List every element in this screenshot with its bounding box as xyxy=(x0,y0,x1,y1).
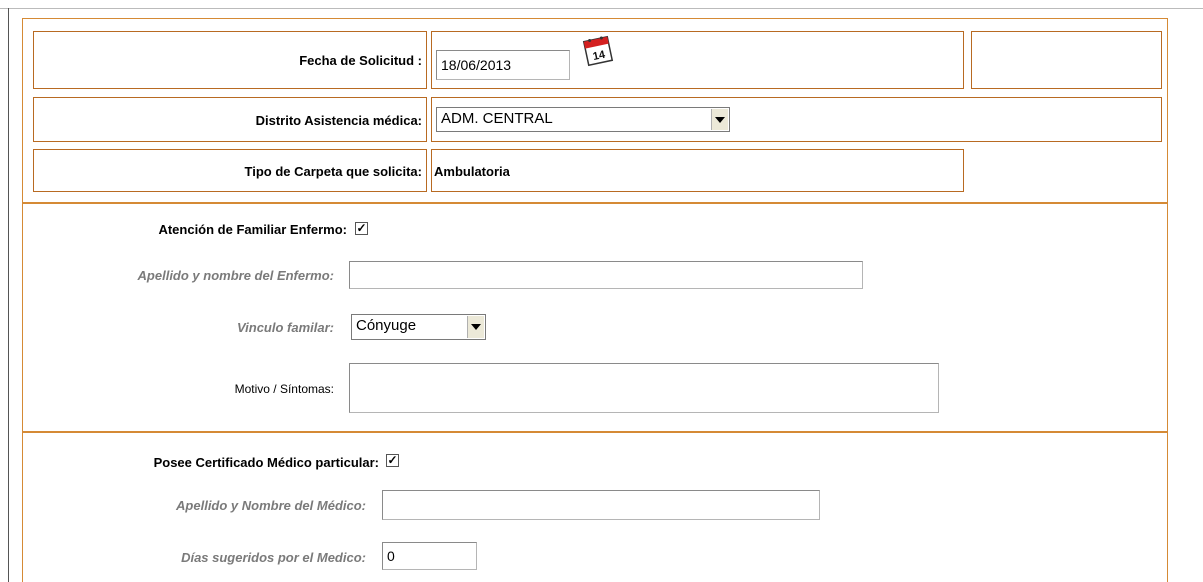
familiar-checkbox[interactable]: ✓ xyxy=(355,222,368,235)
distrito-selected: ADM. CENTRAL xyxy=(441,110,553,127)
vinculo-select[interactable]: Cónyuge xyxy=(351,314,486,340)
fecha-input[interactable] xyxy=(436,50,570,80)
chevron-down-icon[interactable] xyxy=(711,109,728,130)
motivo-textarea[interactable] xyxy=(349,363,939,413)
empty-cell xyxy=(971,31,1162,89)
familiar-label: Atención de Familiar Enfermo: xyxy=(158,222,347,237)
motivo-label: Motivo / Síntomas: xyxy=(234,382,334,396)
tipo-value: Ambulatoria xyxy=(434,164,510,179)
tipo-value-cell xyxy=(431,149,964,192)
dias-input[interactable] xyxy=(382,542,477,570)
distrito-label: Distrito Asistencia médica: xyxy=(255,113,422,128)
section-divider xyxy=(22,431,1168,433)
section-divider xyxy=(22,202,1168,204)
calendar-icon[interactable]: 14 xyxy=(580,33,616,69)
top-border xyxy=(0,8,1203,9)
medico-label: Apellido y Nombre del Médico: xyxy=(176,498,366,513)
vinculo-selected: Cónyuge xyxy=(356,317,417,334)
chevron-down-icon[interactable] xyxy=(467,316,484,338)
apellido-enfermo-input[interactable] xyxy=(349,261,863,289)
medico-input[interactable] xyxy=(382,490,820,520)
certificado-checkbox[interactable]: ✓ xyxy=(386,454,399,467)
fecha-label: Fecha de Solicitud : xyxy=(299,53,422,68)
tipo-label: Tipo de Carpeta que solicita: xyxy=(244,164,422,179)
apellido-enfermo-label: Apellido y nombre del Enfermo: xyxy=(137,268,334,283)
certificado-label: Posee Certificado Médico particular: xyxy=(153,455,379,470)
distrito-select[interactable]: ADM. CENTRAL xyxy=(436,107,730,132)
left-border xyxy=(8,8,9,582)
dias-label: Días sugeridos por el Medico: xyxy=(181,550,366,565)
vinculo-label: Vinculo familar: xyxy=(236,320,334,335)
